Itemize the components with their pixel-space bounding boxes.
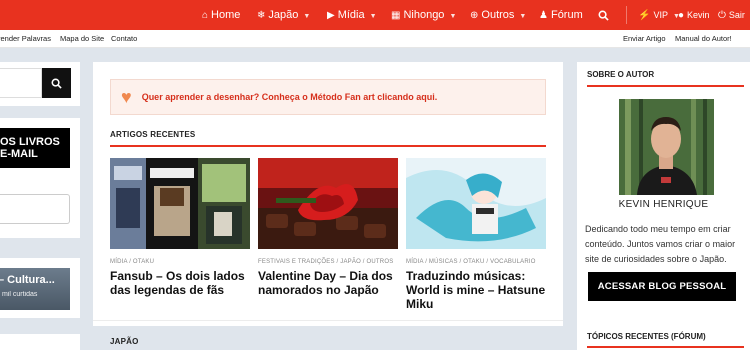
home-icon: ⌂ xyxy=(202,10,209,21)
search-icon xyxy=(598,10,609,21)
author-portrait xyxy=(619,99,714,195)
author-photo xyxy=(619,99,714,195)
power-icon: ⏻ xyxy=(718,10,726,21)
article-category[interactable]: MÍDIA / OTAKU xyxy=(110,259,250,265)
sidebar-title-topics: TÓPICOS RECENTES (FÓRUM) xyxy=(587,332,706,341)
article-title[interactable]: Fansub – Os dois lados das legendas de f… xyxy=(110,269,250,297)
chevron-down-icon: ▼ xyxy=(449,13,457,20)
sidebar-title-about: SOBRE O AUTOR xyxy=(587,70,655,79)
fanart-promo-banner[interactable]: ♥ Quer aprender a desenhar? Conheça o Mé… xyxy=(110,79,546,115)
facebook-likes-count: mil curtidas xyxy=(2,291,38,298)
article-card[interactable]: FESTIVAIS E TRADIÇÕES / JAPÃO / OUTROS V… xyxy=(258,158,398,297)
article-thumbnail[interactable] xyxy=(110,158,250,249)
hatsune-miku-image xyxy=(406,158,546,249)
forum-topics-sidebar: TÓPICOS RECENTES (FÓRUM) xyxy=(577,318,750,350)
section-separator xyxy=(93,320,563,321)
bolt-icon: ⚡ xyxy=(638,10,651,21)
section-title-japao: JAPÃO xyxy=(110,337,139,346)
users-icon: ♟ xyxy=(539,10,548,21)
search-button[interactable] xyxy=(598,0,609,30)
chevron-down-icon: ▼ xyxy=(369,13,377,20)
author-name: KEVIN HENRIQUE xyxy=(618,199,709,210)
nav-outros[interactable]: ⊕ Outros ▼ xyxy=(470,0,526,30)
author-sidebar: SOBRE O AUTOR KEVIN HENRIQUE Dedicando t… xyxy=(577,62,750,326)
article-card[interactable]: MÍDIA / OTAKU Fansub – Os dois lados das… xyxy=(110,158,250,297)
search-submit-button[interactable] xyxy=(42,68,71,98)
promo-line-2: E-MAIL xyxy=(0,148,38,160)
play-icon: ▶ xyxy=(327,10,335,21)
section-divider xyxy=(110,145,546,147)
nav-user[interactable]: ● Kevin xyxy=(678,0,710,30)
nav-midia-label: Mídia xyxy=(337,9,365,21)
search-input[interactable] xyxy=(0,68,42,98)
subnav-link-contato[interactable]: Contato xyxy=(111,30,137,48)
article-category[interactable]: MÍDIA / MÚSICAS / OTAKU / VOCABULARIO xyxy=(406,259,546,265)
article-title[interactable]: Valentine Day – Dia dos namorados no Jap… xyxy=(258,269,398,297)
nav-nihongo-label: Nihongo xyxy=(403,9,445,21)
nav-vip[interactable]: ⚡ VIP ▼ xyxy=(638,0,680,30)
nav-divider xyxy=(626,6,627,24)
nav-logout-label: Sair xyxy=(728,10,745,20)
book-icon: ▦ xyxy=(391,10,401,21)
secondary-navigation-bar: render Palavras Mapa do Site Contato Env… xyxy=(0,30,750,48)
main-content: ♥ Quer aprender a desenhar? Conheça o Mé… xyxy=(93,62,563,346)
facebook-page-title: – Cultura... xyxy=(0,274,55,286)
heart-icon: ♥ xyxy=(121,87,132,107)
nav-vip-label: VIP xyxy=(653,10,668,20)
article-thumbnail[interactable] xyxy=(258,158,398,249)
nav-outros-label: Outros xyxy=(481,9,515,21)
section-title-recent: ARTIGOS RECENTES xyxy=(110,130,196,139)
sidebar-title-rule xyxy=(587,85,744,87)
nav-home[interactable]: ⌂ Home xyxy=(202,0,240,30)
top-navigation-bar: ⌂ Home ❄ Japão ▼ ▶ Mídia ▼ ▦ Nihongo ▼ ⊕ Outros ▼… xyxy=(0,0,750,30)
article-title[interactable]: Traduzindo músicas: World is mine – Hats… xyxy=(406,269,546,311)
personal-blog-button[interactable]: ACESSAR BLOG PESSOAL xyxy=(588,272,736,301)
subnav-link-aprender-palavras[interactable]: render Palavras xyxy=(0,30,51,48)
facebook-page-widget[interactable]: – Cultura... mil curtidas xyxy=(0,268,70,310)
sidebar-title-rule xyxy=(587,346,744,348)
nav-forum-label: Fórum xyxy=(550,9,583,21)
article-category[interactable]: FESTIVAIS E TRADIÇÕES / JAPÃO / OUTROS xyxy=(258,259,398,265)
nav-user-label: Kevin xyxy=(687,10,710,20)
promo-line-1: OS LIVROS xyxy=(0,136,60,148)
nav-logout[interactable]: ⏻ Sair xyxy=(718,0,745,30)
anime-collage-image xyxy=(110,158,250,249)
search-icon xyxy=(51,78,62,89)
plus-circle-icon: ⊕ xyxy=(470,10,479,21)
article-thumbnail[interactable] xyxy=(406,158,546,249)
snowflake-icon: ❄ xyxy=(257,10,266,21)
newsletter-promo: OS LIVROS E-MAIL xyxy=(0,128,70,168)
subnav-link-enviar-artigo[interactable]: Enviar Artigo xyxy=(623,30,666,48)
chevron-down-icon: ▼ xyxy=(303,13,311,20)
nav-japao[interactable]: ❄ Japão ▼ xyxy=(257,0,310,30)
email-field[interactable] xyxy=(0,194,70,224)
author-bio: Dedicando todo meu tempo em criar conteú… xyxy=(585,224,736,264)
article-card[interactable]: MÍDIA / MÚSICAS / OTAKU / VOCABULARIO Tr… xyxy=(406,158,546,311)
subnav-link-manual-do-autor[interactable]: Manual do Autor! xyxy=(675,30,732,48)
user-icon: ● xyxy=(678,10,685,21)
subnav-link-mapa-do-site[interactable]: Mapa do Site xyxy=(60,30,104,48)
nav-midia[interactable]: ▶ Mídia ▼ xyxy=(327,0,377,30)
nav-forum[interactable]: ♟ Fórum xyxy=(539,0,583,30)
chevron-down-icon: ▼ xyxy=(519,13,527,20)
nav-japao-label: Japão xyxy=(268,9,299,21)
rose-chocolates-image xyxy=(258,158,398,249)
left-bottom-panel xyxy=(0,334,80,350)
nav-home-label: Home xyxy=(211,9,241,21)
banner-text: Quer aprender a desenhar? Conheça o Méto… xyxy=(141,92,438,102)
nav-nihongo[interactable]: ▦ Nihongo ▼ xyxy=(391,0,456,30)
